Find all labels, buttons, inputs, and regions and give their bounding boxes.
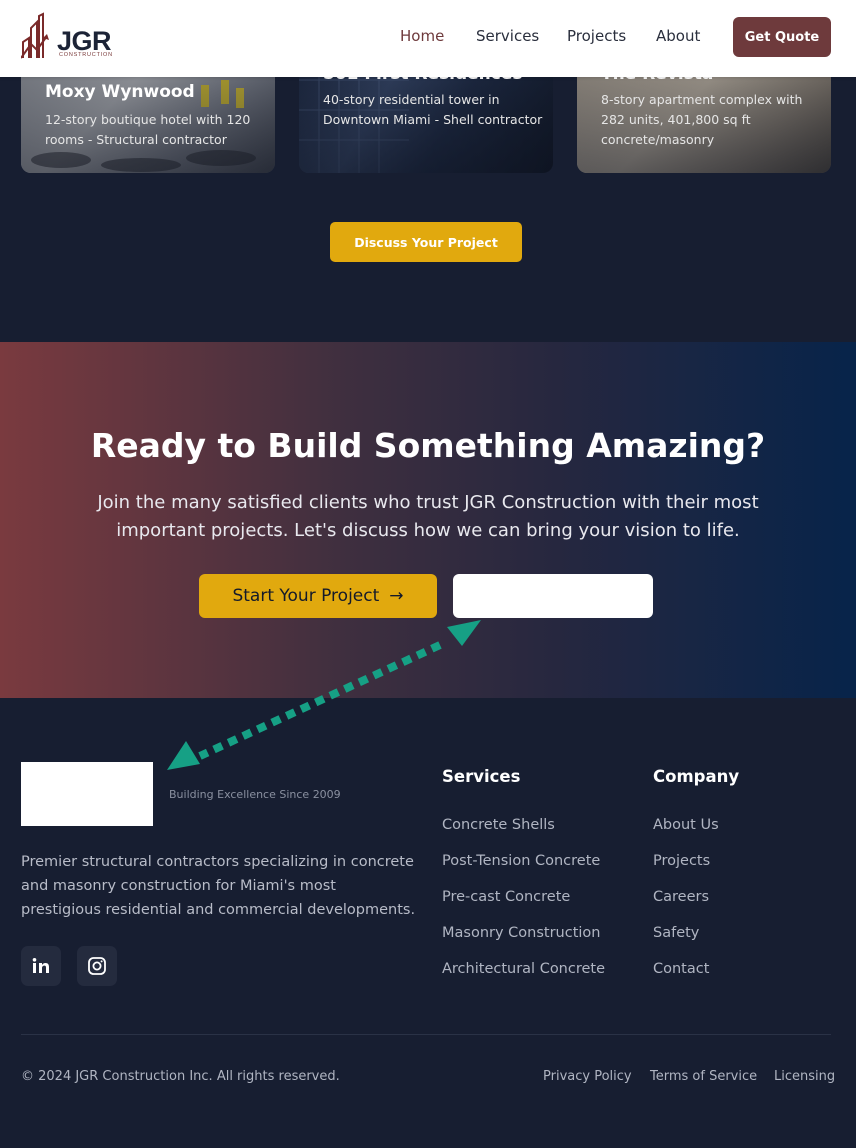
- footer-link-concrete-shells[interactable]: Concrete Shells: [442, 817, 555, 833]
- instagram-icon: [88, 957, 106, 975]
- footer-link-projects[interactable]: Projects: [653, 853, 710, 869]
- get-quote-button[interactable]: Get Quote: [733, 17, 831, 57]
- logo[interactable]: JGR CONSTRUCTION: [20, 12, 125, 60]
- start-project-label: Start Your Project: [232, 586, 380, 606]
- privacy-policy-link[interactable]: Privacy Policy: [543, 1069, 632, 1084]
- services-heading: Services: [442, 767, 521, 786]
- footer-divider: [21, 1034, 831, 1035]
- footer-link-careers[interactable]: Careers: [653, 889, 709, 905]
- nav-services[interactable]: Services: [476, 27, 539, 45]
- project-title: Moxy Wynwood: [45, 82, 195, 102]
- footer-link-post-tension[interactable]: Post-Tension Concrete: [442, 853, 600, 869]
- site-header: JGR CONSTRUCTION Home Services Projects …: [0, 0, 856, 77]
- arrow-right-icon: →: [389, 586, 404, 606]
- terms-of-service-link[interactable]: Terms of Service: [650, 1069, 757, 1084]
- footer-logo[interactable]: [21, 762, 153, 826]
- cta-text: Join the many satisfied clients who trus…: [97, 492, 759, 541]
- footer-link-masonry[interactable]: Masonry Construction: [442, 925, 601, 941]
- logo-subtitle: CONSTRUCTION: [59, 52, 113, 58]
- footer-link-safety[interactable]: Safety: [653, 925, 699, 941]
- nav-about[interactable]: About: [656, 27, 700, 45]
- footer-tagline: Building Excellence Since 2009: [169, 788, 341, 801]
- cta-section: Ready to Build Something Amazing? Join t…: [0, 342, 856, 698]
- company-heading: Company: [653, 767, 740, 786]
- discuss-project-button[interactable]: Discuss Your Project: [330, 222, 522, 262]
- footer-link-about-us[interactable]: About Us: [653, 817, 719, 833]
- project-description: 8-story apartment complex with 282 units…: [601, 92, 803, 147]
- project-description: 12-story boutique hotel with 120 rooms -…: [45, 112, 251, 147]
- licensing-link[interactable]: Licensing: [774, 1069, 835, 1084]
- linkedin-button[interactable]: [21, 946, 61, 986]
- nav-home[interactable]: Home: [400, 27, 444, 45]
- instagram-button[interactable]: [77, 946, 117, 986]
- logo-mark-icon: [20, 12, 49, 59]
- cta-heading: Ready to Build Something Amazing?: [90, 426, 766, 465]
- start-project-button[interactable]: Start Your Project →: [199, 574, 437, 618]
- project-description: 40-story residential tower in Downtown M…: [323, 92, 543, 127]
- footer-about-text: Premier structural contractors specializ…: [21, 854, 416, 918]
- footer-link-architectural[interactable]: Architectural Concrete: [442, 961, 605, 977]
- linkedin-icon: [32, 958, 49, 973]
- footer-link-contact[interactable]: Contact: [653, 961, 709, 977]
- nav-projects[interactable]: Projects: [567, 27, 626, 45]
- footer-link-precast[interactable]: Pre-cast Concrete: [442, 889, 570, 905]
- secondary-cta-button[interactable]: [453, 574, 653, 618]
- copyright-text: © 2024 JGR Construction Inc. All rights …: [21, 1069, 340, 1084]
